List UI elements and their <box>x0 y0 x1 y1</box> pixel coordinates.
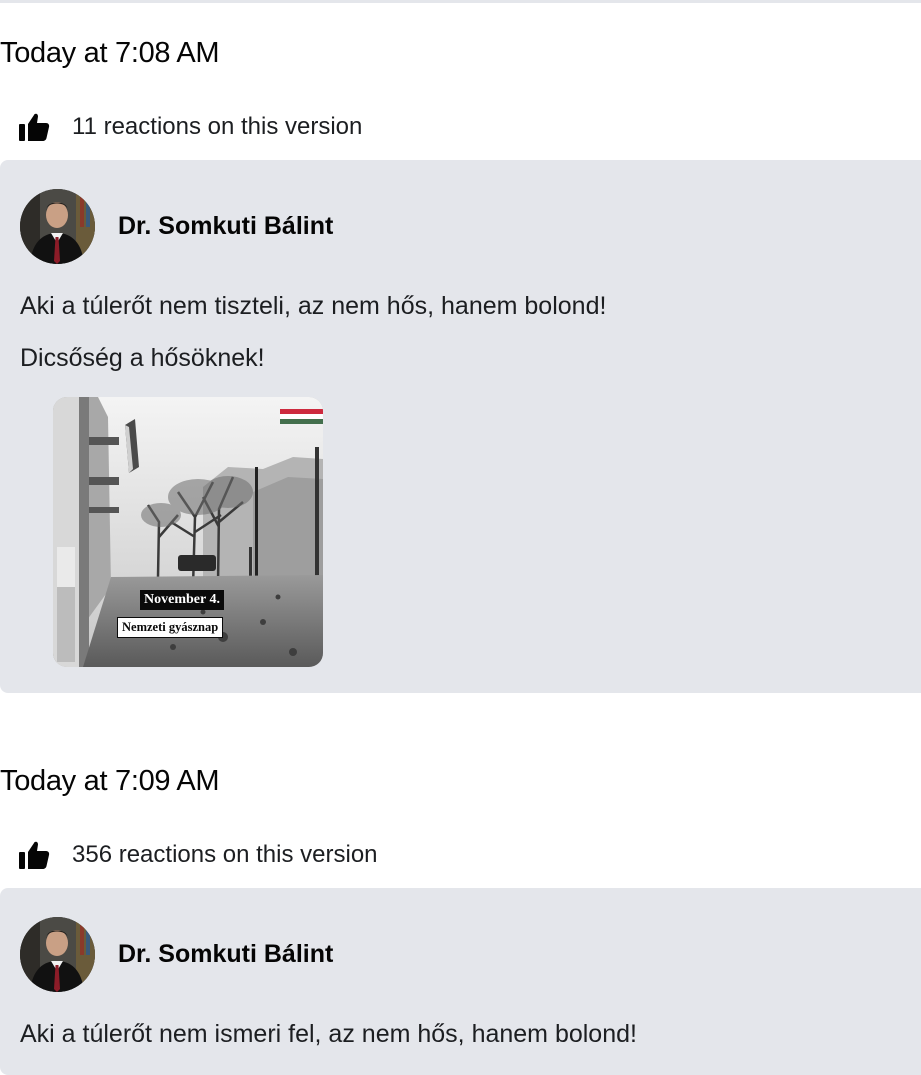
author-name[interactable]: Dr. Somkuti Bálint <box>118 212 333 241</box>
post-text-line: Dicsőség a hősöknek! <box>20 344 265 372</box>
post-text-line: Aki a túlerőt nem ismeri fel, az nem hős… <box>20 1020 637 1048</box>
author-row: Dr. Somkuti Bálint <box>20 188 333 264</box>
reactions-count-text: 11 reactions on this version <box>72 113 363 140</box>
image-caption-date: November 4. <box>140 590 224 610</box>
version-timestamp[interactable]: Today at 7:09 AM <box>0 763 220 799</box>
thumbs-up-icon <box>18 112 50 142</box>
reactions-summary[interactable]: 11 reactions on this version <box>18 110 362 144</box>
author-row: Dr. Somkuti Bálint <box>20 916 333 992</box>
top-divider <box>0 0 921 3</box>
post-card: Dr. Somkuti Bálint Aki a túlerőt nem tis… <box>0 160 921 693</box>
post-text-line: Aki a túlerőt nem tiszteli, az nem hős, … <box>20 292 607 320</box>
avatar[interactable] <box>20 188 95 264</box>
avatar[interactable] <box>20 916 95 992</box>
reactions-count-text: 356 reactions on this version <box>72 841 378 868</box>
flag-red-stripe <box>280 409 323 414</box>
reactions-summary[interactable]: 356 reactions on this version <box>18 838 378 872</box>
thumbs-up-icon <box>18 840 50 870</box>
version-timestamp[interactable]: Today at 7:08 AM <box>0 35 220 71</box>
author-name[interactable]: Dr. Somkuti Bálint <box>118 940 333 969</box>
image-caption-title: Nemzeti gyásznap <box>117 617 224 638</box>
post-card: Dr. Somkuti Bálint Aki a túlerőt nem ism… <box>0 888 921 1075</box>
post-image[interactable]: November 4. Nemzeti gyásznap <box>53 397 323 667</box>
